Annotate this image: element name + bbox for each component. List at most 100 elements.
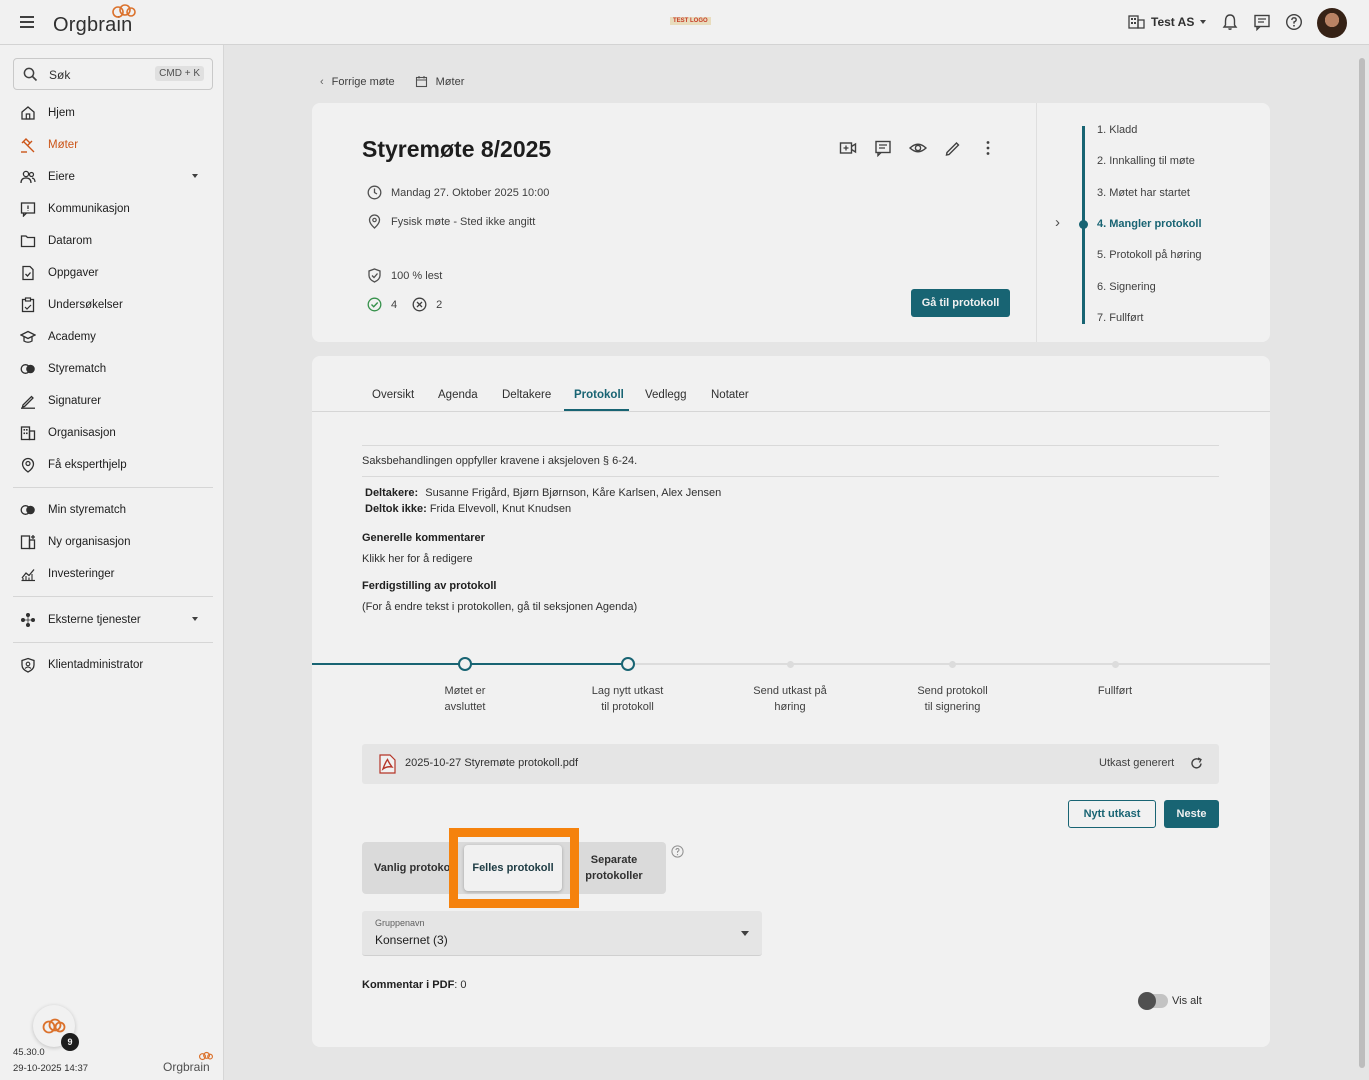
pdf-comment-label: Kommentar i PDF: [362, 979, 455, 991]
sidebar-item-eksperthjelp[interactable]: Få eksperthjelp: [20, 454, 210, 476]
shield-check-icon: [368, 268, 381, 283]
breadcrumb: ‹ Forrige møte Møter: [320, 75, 464, 88]
sidebar-item-klientadministrator[interactable]: Klientadministrator: [20, 654, 210, 676]
sidebar-item-kommunikasjon[interactable]: Kommunikasjon: [20, 198, 210, 220]
sidebar-item-undersokelser[interactable]: Undersøkelser: [20, 294, 210, 316]
previous-meeting-link[interactable]: Forrige møte: [332, 76, 395, 88]
progress-step-node: [1111, 661, 1119, 668]
task-icon: [22, 265, 34, 281]
sidebar-item-min-styrematch[interactable]: Min styrematch: [20, 499, 210, 521]
user-avatar[interactable]: [1317, 8, 1347, 38]
file-name[interactable]: 2025-10-27 Styremøte protokoll.pdf: [405, 757, 578, 769]
shield-icon: [21, 657, 35, 673]
pdf-comment-count: : 0: [454, 979, 467, 991]
chat-launcher[interactable]: 9: [33, 1005, 79, 1051]
status-step: 2. Innkalling til møte: [1097, 155, 1195, 167]
footer-logo: Orgbrain: [163, 1051, 213, 1074]
goto-protocol-button[interactable]: Gå til protokoll: [911, 289, 1010, 317]
show-all-toggle[interactable]: [1138, 992, 1168, 1010]
search-box[interactable]: Søk CMD + K: [13, 58, 213, 90]
chat-icon: [20, 202, 36, 217]
protocol-file-row[interactable]: 2025-10-27 Styremøte protokoll.pdf Utkas…: [362, 744, 1219, 784]
sidebar-item-signaturer[interactable]: Signaturer: [20, 390, 210, 412]
sidebar-item-eiere[interactable]: Eiere: [20, 166, 210, 188]
tab-oversikt[interactable]: Oversikt: [372, 389, 414, 401]
option-vanlig-protokoll[interactable]: Vanlig protokoll: [374, 860, 457, 876]
tab-notater[interactable]: Notater: [711, 389, 749, 401]
sidebar-item-moter[interactable]: Møter: [20, 134, 210, 156]
sidebar-item-organisasjon[interactable]: Organisasjon: [20, 422, 210, 444]
chevron-right-icon[interactable]: ›: [1055, 214, 1060, 231]
progress-step-node: [620, 657, 635, 671]
video-call-icon[interactable]: [839, 139, 857, 157]
bell-icon[interactable]: [1221, 13, 1239, 31]
attendance-row: 4 2: [367, 297, 442, 312]
progress-step-line: til protokoll: [601, 701, 654, 713]
participants-row: Deltakere: Susanne Frigård, Bjørn Bjørns…: [365, 487, 721, 499]
eye-icon[interactable]: [909, 139, 927, 157]
sidebar-item-hjem[interactable]: Hjem: [20, 102, 210, 124]
read-status-row: 100 % lest: [367, 268, 442, 283]
tab-protokoll[interactable]: Protokoll: [574, 389, 624, 401]
sidebar-item-ny-organisasjon[interactable]: Ny organisasjon: [20, 531, 210, 553]
divider: [1036, 103, 1037, 342]
edit-icon[interactable]: [944, 139, 962, 157]
top-bar: Orgbrain TEST LOGO Test AS: [0, 0, 1369, 45]
tab-agenda[interactable]: Agenda: [438, 389, 478, 401]
sidebar-item-datarom[interactable]: Datarom: [20, 230, 210, 252]
progress-step-line: til signering: [924, 701, 981, 713]
brain-logo-icon: [42, 1018, 66, 1034]
sidebar-item-investeringer[interactable]: Investeringer: [20, 563, 210, 585]
calendar-icon: [415, 76, 427, 88]
org-switcher[interactable]: Test AS: [1128, 14, 1207, 29]
sidebar-item-academy[interactable]: Academy: [20, 326, 210, 348]
sidebar-item-oppgaver[interactable]: Oppgaver: [20, 262, 210, 284]
sidebar-item-label: Kommunikasjon: [48, 203, 130, 215]
divider: [362, 445, 1219, 446]
status-step: 1. Kladd: [1097, 124, 1138, 136]
next-button[interactable]: Neste: [1164, 800, 1219, 828]
refresh-icon[interactable]: [1190, 757, 1203, 770]
orgbrain-logo[interactable]: Orgbrain: [53, 4, 136, 37]
help-icon[interactable]: [1285, 13, 1303, 31]
progress-step-label: Fullført: [1060, 683, 1170, 699]
menu-icon[interactable]: [20, 16, 34, 28]
chevron-down-icon[interactable]: [192, 174, 198, 178]
status-step: 5. Protokoll på høring: [1097, 249, 1202, 261]
show-all-label: Vis alt: [1172, 995, 1202, 1007]
option-label-line: protokoller: [585, 870, 643, 882]
active-tab-indicator: [564, 409, 629, 411]
sidebar-item-label: Klientadministrator: [48, 659, 144, 671]
progress-step-node: [786, 661, 794, 668]
logo-text: Orgbrain: [163, 1060, 210, 1074]
meeting-location-row: Fysisk møte - Sted ikke angitt: [367, 214, 535, 229]
tab-deltakere[interactable]: Deltakere: [502, 389, 551, 401]
meetings-link[interactable]: Møter: [436, 76, 465, 88]
file-status: Utkast generert: [1099, 757, 1175, 769]
comments-edit-link[interactable]: Klikk her for å redigere: [362, 553, 473, 565]
version-info: 45.30.0 29-10-2025 14:37: [13, 1045, 88, 1077]
sidebar-item-label: Eiere: [48, 171, 75, 183]
status-step: 3. Møtet har startet: [1097, 187, 1190, 199]
group-select[interactable]: Gruppenavn Konsernet (3): [362, 911, 762, 956]
meeting-location: Fysisk møte - Sted ikke angitt: [391, 215, 536, 228]
sidebar-item-eksterne-tjenester[interactable]: Eksterne tjenester: [20, 609, 210, 631]
progress-step-line: avsluttet: [444, 701, 486, 713]
focus-highlight: [449, 828, 579, 908]
chevron-down-icon: [1200, 19, 1207, 24]
tab-vedlegg[interactable]: Vedlegg: [645, 389, 687, 401]
divider: [13, 596, 213, 597]
chat-icon[interactable]: [1253, 13, 1271, 31]
option-separate-protokoller[interactable]: Separate protokoller: [574, 852, 654, 884]
comment-icon[interactable]: [874, 139, 892, 157]
sidebar-item-styrematch[interactable]: Styrematch: [20, 358, 210, 380]
page-scrollbar[interactable]: [1359, 58, 1365, 1068]
new-draft-button[interactable]: Nytt utkast: [1068, 800, 1156, 828]
meeting-header-card: Styremøte 8/2025 Mandag 27. Oktober 2025…: [312, 103, 1270, 342]
chevron-down-icon[interactable]: [192, 617, 198, 621]
more-vert-icon[interactable]: [979, 139, 997, 157]
survey-icon: [21, 297, 35, 313]
divider: [13, 487, 213, 488]
expert-icon: [21, 457, 35, 473]
help-icon[interactable]: [671, 845, 684, 858]
